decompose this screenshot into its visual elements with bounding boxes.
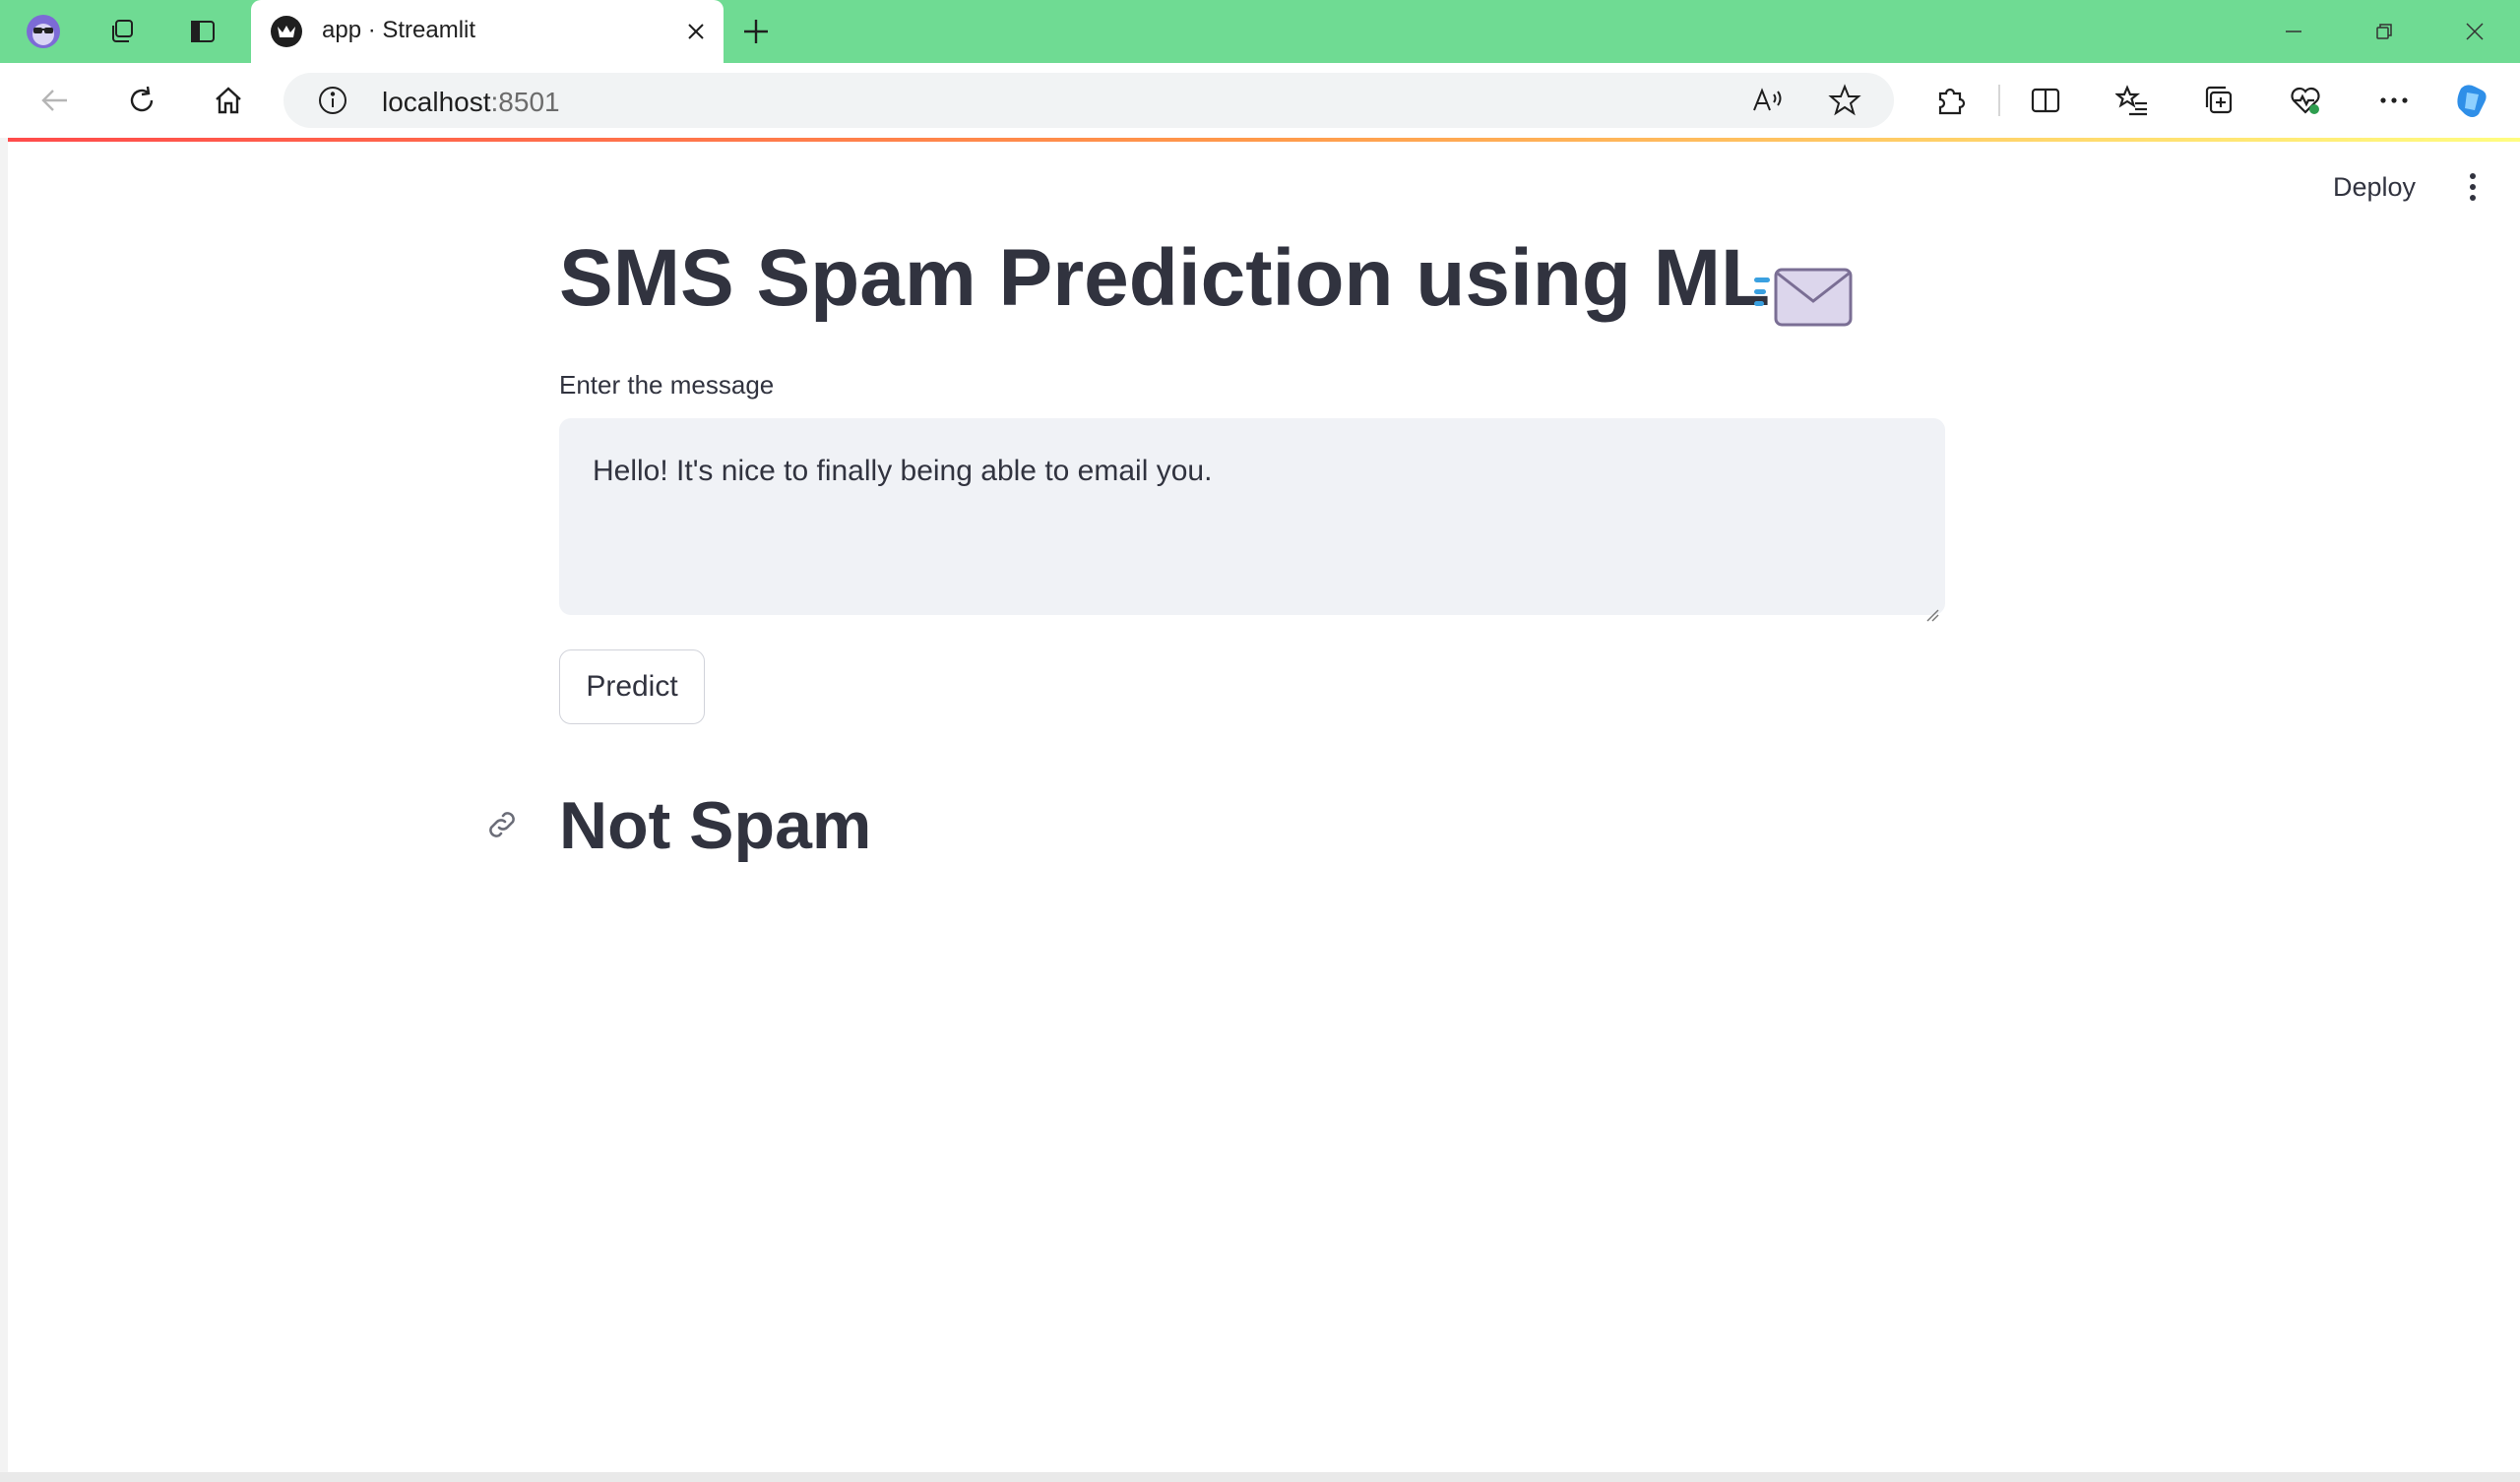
resize-handle-icon[interactable]	[1923, 593, 1939, 622]
new-tab-plus-icon[interactable]	[738, 14, 774, 49]
message-input-label: Enter the message	[559, 370, 775, 400]
home-icon[interactable]	[209, 81, 248, 120]
collections-icon[interactable]	[2199, 81, 2238, 120]
close-window-icon[interactable]	[2455, 14, 2494, 49]
url-port: :8501	[490, 87, 560, 117]
heading-link-icon[interactable]	[482, 805, 522, 844]
message-text: Hello! It's nice to finally being able t…	[593, 455, 1213, 487]
read-aloud-icon[interactable]	[1750, 83, 1786, 118]
minimize-icon[interactable]	[2274, 14, 2313, 49]
header-decoration-bar	[8, 138, 2520, 142]
profile-avatar-icon[interactable]	[26, 14, 61, 49]
browser-titlebar: app · Streamlit	[0, 0, 2520, 63]
close-tab-icon[interactable]	[680, 16, 712, 47]
streamlit-crown-icon	[271, 16, 302, 47]
address-bar[interactable]: localhost:8501	[284, 73, 1894, 128]
back-arrow-icon[interactable]	[35, 81, 75, 120]
toolbar-divider	[1998, 85, 2000, 116]
main-menu-kebab-icon[interactable]	[2451, 165, 2494, 209]
url-text[interactable]: localhost:8501	[382, 87, 560, 118]
window-bottom-edge	[0, 1472, 2520, 1482]
prediction-result-heading: Not Spam	[559, 788, 872, 863]
page-title: SMS Spam Prediction using ML	[559, 233, 1771, 323]
tab-title: app · Streamlit	[322, 17, 476, 43]
more-options-dots-icon[interactable]	[2374, 81, 2414, 120]
browser-essentials-heart-icon[interactable]	[2286, 81, 2325, 120]
browser-navbar: localhost:8501	[0, 63, 2520, 138]
copilot-icon[interactable]	[2453, 81, 2492, 120]
url-host: localhost	[382, 87, 491, 117]
workspaces-icon[interactable]	[104, 14, 140, 49]
vertical-tabs-icon[interactable]	[185, 14, 220, 49]
streamlit-app-page: Deploy	[8, 138, 2520, 1472]
favorites-list-icon[interactable]	[2112, 81, 2152, 120]
message-textarea[interactable]: Hello! It's nice to finally being able t…	[559, 418, 1945, 622]
restore-icon[interactable]	[2364, 14, 2404, 49]
tab-app-streamlit[interactable]: app · Streamlit	[251, 0, 724, 63]
split-screen-icon[interactable]	[2026, 81, 2065, 120]
extensions-puzzle-icon[interactable]	[1931, 81, 1971, 120]
predict-button[interactable]: Predict	[559, 649, 705, 724]
refresh-icon[interactable]	[122, 81, 161, 120]
site-info-icon[interactable]	[317, 85, 348, 116]
favorite-star-icon[interactable]	[1827, 83, 1862, 118]
incoming-envelope-emoji-icon	[1752, 260, 1855, 329]
deploy-button[interactable]: Deploy	[2321, 165, 2427, 209]
